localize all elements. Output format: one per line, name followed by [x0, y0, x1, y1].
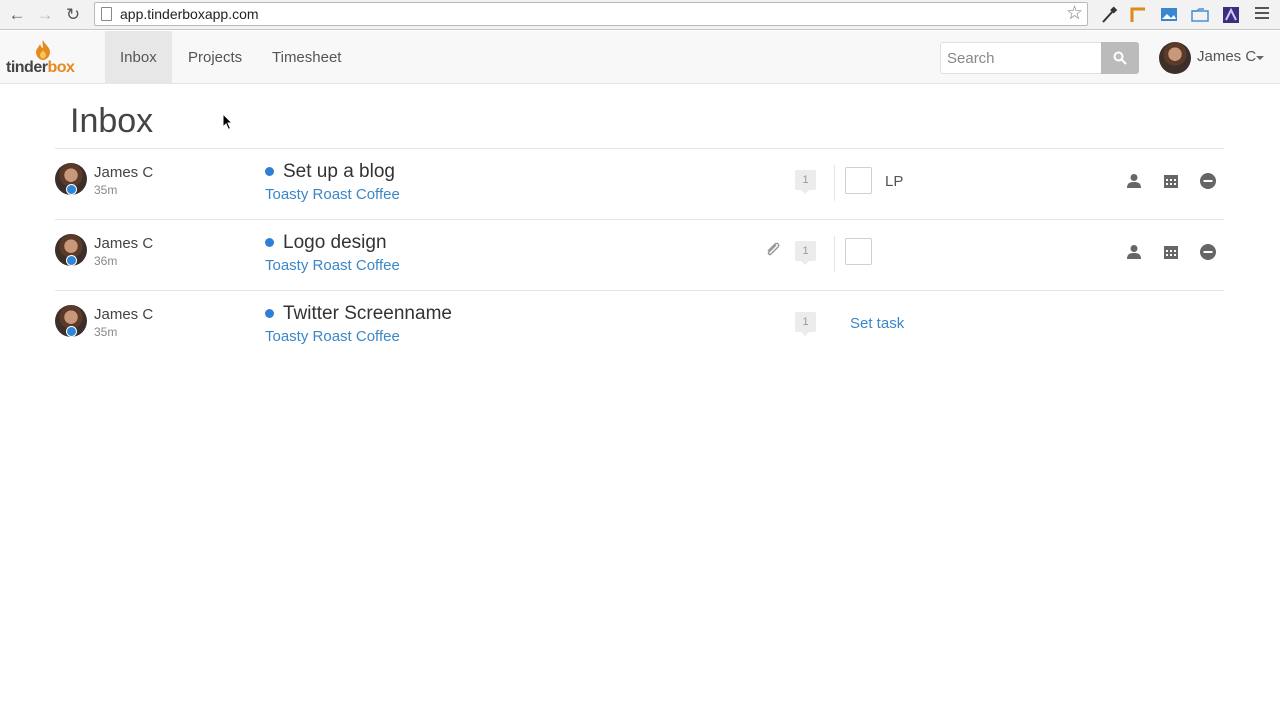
star-icon[interactable]: ☆	[1066, 3, 1083, 25]
avatar	[55, 305, 87, 337]
user-name: James C	[1197, 48, 1257, 65]
task-checkbox[interactable]	[845, 167, 872, 194]
tinderbox-logo[interactable]: tinderbox	[6, 39, 86, 79]
set-task-link[interactable]: Set task	[850, 315, 904, 332]
logo-text: tinderbox	[6, 59, 75, 76]
reload-icon[interactable]: ↻	[62, 4, 84, 26]
divider	[834, 165, 835, 201]
verified-icon	[66, 184, 77, 195]
folder-icon[interactable]	[1190, 5, 1210, 25]
caret-down-icon	[1256, 56, 1264, 60]
tab-inbox[interactable]: Inbox	[105, 31, 172, 84]
app-navbar: tinderbox Inbox Projects Timesheet James…	[0, 31, 1280, 84]
search-input[interactable]	[940, 42, 1102, 74]
calendar-icon[interactable]	[1162, 243, 1180, 261]
list-item[interactable]: James C 35m Twitter Screenname Toasty Ro…	[55, 290, 1224, 361]
mouse-cursor-icon	[222, 113, 234, 131]
flame-icon	[36, 40, 50, 60]
author-name: James C	[94, 235, 154, 252]
timestamp: 36m	[94, 254, 118, 268]
avatar	[1159, 42, 1191, 74]
assignee-initials: LP	[885, 173, 904, 190]
item-title[interactable]: Twitter Screenname	[283, 303, 452, 325]
extension-icon[interactable]	[1221, 5, 1241, 25]
item-title[interactable]: Logo design	[283, 232, 387, 254]
project-link[interactable]: Toasty Roast Coffee	[265, 257, 400, 274]
person-icon[interactable]	[1125, 172, 1143, 190]
author-name: James C	[94, 164, 154, 181]
person-icon[interactable]	[1125, 243, 1143, 261]
list-item[interactable]: James C 35m Set up a blog Toasty Roast C…	[55, 148, 1224, 219]
url-text: app.tinderboxapp.com	[120, 6, 259, 22]
inbox-list: James C 35m Set up a blog Toasty Roast C…	[55, 148, 1224, 361]
status-dot-icon	[265, 309, 274, 318]
verified-icon	[66, 326, 77, 337]
minus-circle-icon[interactable]	[1199, 172, 1217, 190]
page-icon	[101, 7, 112, 21]
avatar	[55, 234, 87, 266]
page-title: Inbox	[70, 102, 154, 140]
divider	[834, 236, 835, 272]
hamburger-menu-icon[interactable]	[1255, 7, 1269, 21]
item-title[interactable]: Set up a blog	[283, 161, 395, 183]
eyedropper-icon[interactable]	[1099, 5, 1119, 25]
calendar-icon[interactable]	[1162, 172, 1180, 190]
list-item[interactable]: James C 36m Logo design Toasty Roast Cof…	[55, 219, 1224, 290]
minus-circle-icon[interactable]	[1199, 243, 1217, 261]
status-dot-icon	[265, 238, 274, 247]
project-link[interactable]: Toasty Roast Coffee	[265, 186, 400, 203]
browser-toolbar: ← → ↻ app.tinderboxapp.com ☆	[0, 0, 1280, 30]
address-bar[interactable]: app.tinderboxapp.com ☆	[94, 2, 1088, 26]
timestamp: 35m	[94, 325, 118, 339]
verified-icon	[66, 255, 77, 266]
comment-count-badge[interactable]: 1	[795, 241, 816, 265]
timestamp: 35m	[94, 183, 118, 197]
comment-count-badge[interactable]: 1	[795, 312, 816, 336]
comment-count-badge[interactable]: 1	[795, 170, 816, 194]
task-checkbox[interactable]	[845, 238, 872, 265]
forward-icon[interactable]: →	[34, 4, 56, 26]
paperclip-icon[interactable]	[764, 241, 782, 259]
tab-timesheet[interactable]: Timesheet	[257, 31, 356, 84]
avatar	[55, 163, 87, 195]
back-icon[interactable]: ←	[6, 4, 28, 26]
author-name: James C	[94, 306, 154, 323]
status-dot-icon	[265, 167, 274, 176]
search-icon	[1113, 51, 1127, 65]
image-icon[interactable]	[1159, 5, 1179, 25]
project-link[interactable]: Toasty Roast Coffee	[265, 328, 400, 345]
ruler-icon[interactable]	[1129, 5, 1149, 25]
tab-projects[interactable]: Projects	[173, 31, 257, 84]
search-button[interactable]	[1101, 42, 1139, 74]
